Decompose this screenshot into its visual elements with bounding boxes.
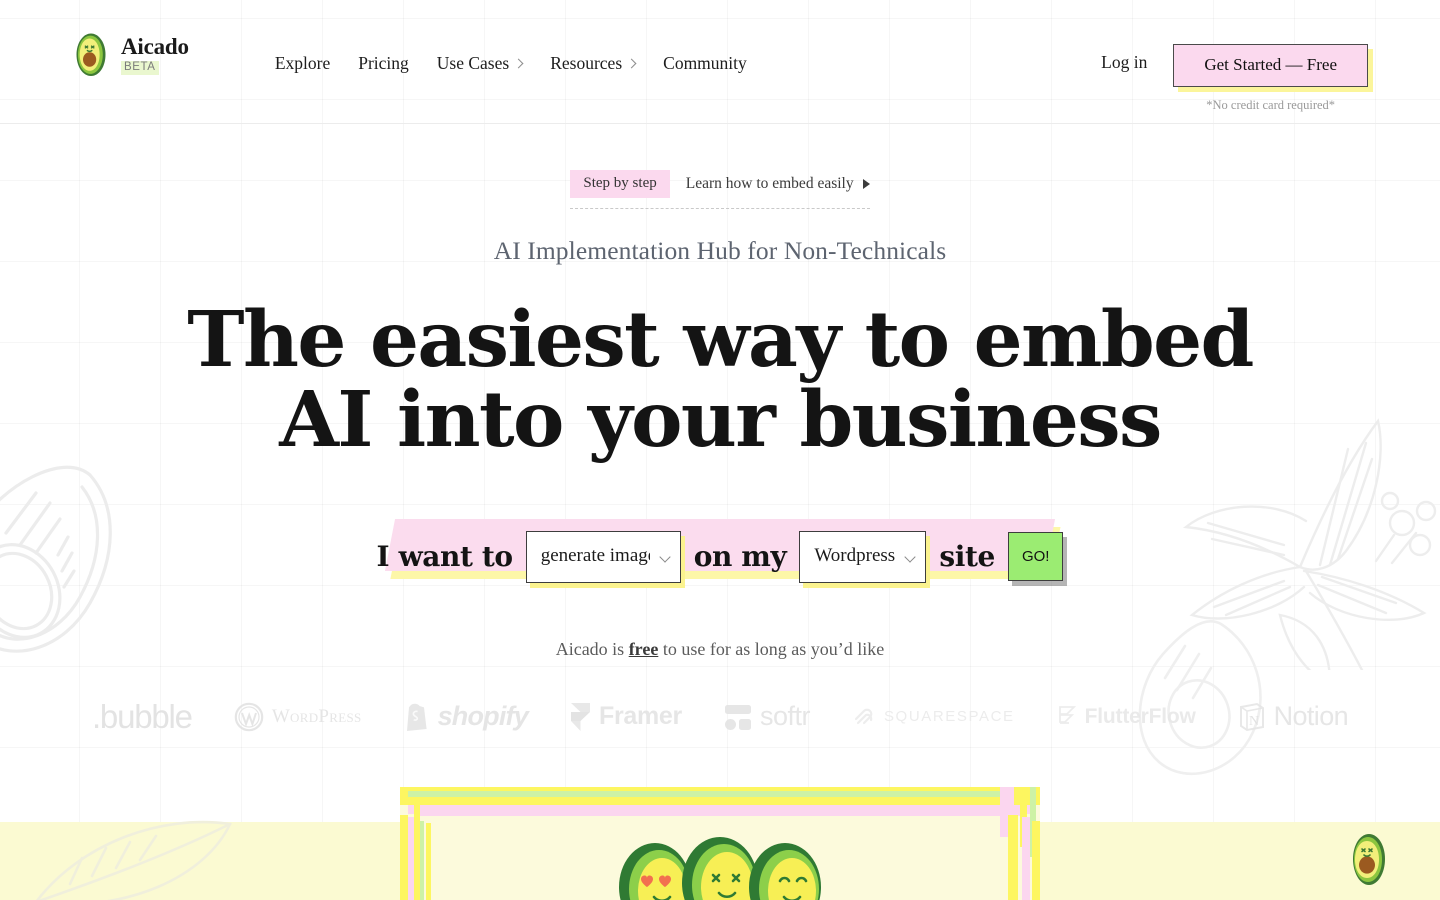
- bubble-logo-icon: .bubble: [91, 697, 193, 735]
- framer-logo-icon: [570, 702, 590, 731]
- builder-prefix: I want to: [376, 540, 514, 574]
- builder-suffix: site: [939, 540, 995, 574]
- login-link[interactable]: Log in: [1101, 44, 1147, 73]
- nav-item-resources[interactable]: Resources: [536, 49, 649, 78]
- logo-bubble: .bubble: [91, 697, 193, 736]
- get-started-button[interactable]: Get Started — Free: [1173, 44, 1368, 87]
- beta-badge: BETA: [121, 61, 159, 75]
- chevron-right-icon: [513, 58, 524, 68]
- shopify-logo-text: shopify: [437, 701, 529, 732]
- go-button[interactable]: GO!: [1007, 532, 1064, 582]
- logo-notion: N Notion: [1238, 701, 1349, 732]
- nav-item-explore[interactable]: Explore: [261, 49, 344, 78]
- squarespace-logo-text: SQUARESPACE: [883, 708, 1015, 726]
- headline-line-2: AI into your business: [279, 375, 1162, 466]
- nav-label: Explore: [274, 53, 331, 73]
- hero-headline: The easiest way to embed AI into your bu…: [0, 302, 1440, 466]
- logo-softr: softr: [724, 701, 810, 732]
- logo-flutterflow: FlutterFlow: [1057, 704, 1196, 730]
- nav-label: Resources: [550, 53, 623, 73]
- headline-line-1: The easiest way to embed: [187, 295, 1254, 385]
- free-note-before: Aicado is: [555, 638, 629, 659]
- free-note-emphasis: free: [628, 638, 659, 659]
- framer-logo-text: Framer: [598, 702, 682, 731]
- learn-how-label: Learn how to embed easily: [685, 175, 854, 192]
- brand-logo-link[interactable]: Aicado BETA: [72, 32, 189, 78]
- hero-section: Step by step Learn how to embed easily A…: [0, 124, 1440, 736]
- nav-item-use-cases[interactable]: Use Cases: [423, 49, 536, 78]
- wordpress-logo-text: WordPress: [271, 705, 362, 727]
- nav-label: Community: [663, 53, 747, 73]
- avocado-trio-illustration-icon: [400, 787, 1040, 900]
- avocado-logo-icon: [76, 33, 106, 76]
- hero-subheading: AI Implementation Hub for Non-Technicals: [493, 236, 947, 265]
- step-by-step-badge: Step by step: [570, 170, 670, 198]
- site-header: Aicado BETA Explore Pricing Use Cases Re…: [0, 0, 1440, 124]
- nav-label: Use Cases: [436, 53, 510, 73]
- notion-logo-text: Notion: [1273, 701, 1349, 732]
- action-select-wrap: generate imagesgenerate textchat with us…: [525, 530, 681, 583]
- flutterflow-logo-icon: [1058, 705, 1076, 724]
- logo-framer: Framer: [570, 702, 682, 732]
- avocado-mascot-icon: [1353, 834, 1385, 885]
- cta-group: Get Started — Free *No credit card requi…: [1173, 44, 1368, 113]
- sentence-builder: I want to generate imagesgenerate textch…: [0, 511, 1440, 603]
- logo-wordpress: WordPress: [234, 702, 362, 732]
- header-actions: Log in Get Started — Free *No credit car…: [1101, 44, 1368, 113]
- builder-middle: on my: [693, 540, 787, 574]
- nav-label: Pricing: [358, 53, 409, 73]
- nav-item-pricing[interactable]: Pricing: [344, 49, 423, 78]
- logo-shopify: shopify: [404, 701, 529, 732]
- notion-logo-icon: N: [1239, 702, 1264, 731]
- platform-select-wrap: WordpressBubbleShopifyFramerSoftrSquares…: [799, 530, 927, 583]
- step-by-step-link[interactable]: Step by step Learn how to embed easily: [570, 170, 870, 209]
- free-note-after: to use for as long as you’d like: [658, 638, 885, 659]
- logo-squarespace: SQUARESPACE: [852, 705, 1015, 729]
- platform-logos-strip: .bubble WordPress shopify Framer softr S…: [0, 698, 1440, 736]
- no-credit-card-note: *No credit card required*: [1206, 97, 1336, 112]
- shopify-logo-icon: [406, 703, 427, 731]
- platform-select[interactable]: WordpressBubbleShopifyFramerSoftrSquares…: [799, 530, 927, 583]
- action-select[interactable]: generate imagesgenerate textchat with us…: [525, 530, 681, 583]
- wordpress-logo-icon: [234, 702, 264, 732]
- main-navigation: Explore Pricing Use Cases Resources Comm…: [261, 49, 761, 78]
- landing-page: Aicado BETA Explore Pricing Use Cases Re…: [0, 0, 1440, 900]
- softr-logo-icon: [724, 704, 751, 730]
- svg-text:N: N: [1249, 714, 1259, 729]
- squarespace-logo-icon: [854, 708, 873, 724]
- learn-how-text: Learn how to embed easily: [686, 175, 870, 193]
- three-avocado-characters-framed: [400, 787, 1040, 900]
- flutterflow-logo-text: FlutterFlow: [1084, 704, 1196, 728]
- play-triangle-icon: [862, 179, 870, 189]
- chevron-right-icon: [626, 58, 637, 68]
- free-usage-note: Aicado is free to use for as long as you…: [0, 639, 1440, 660]
- softr-logo-text: softr: [759, 701, 811, 732]
- brand-name: Aicado: [121, 34, 189, 60]
- nav-item-community[interactable]: Community: [649, 49, 761, 78]
